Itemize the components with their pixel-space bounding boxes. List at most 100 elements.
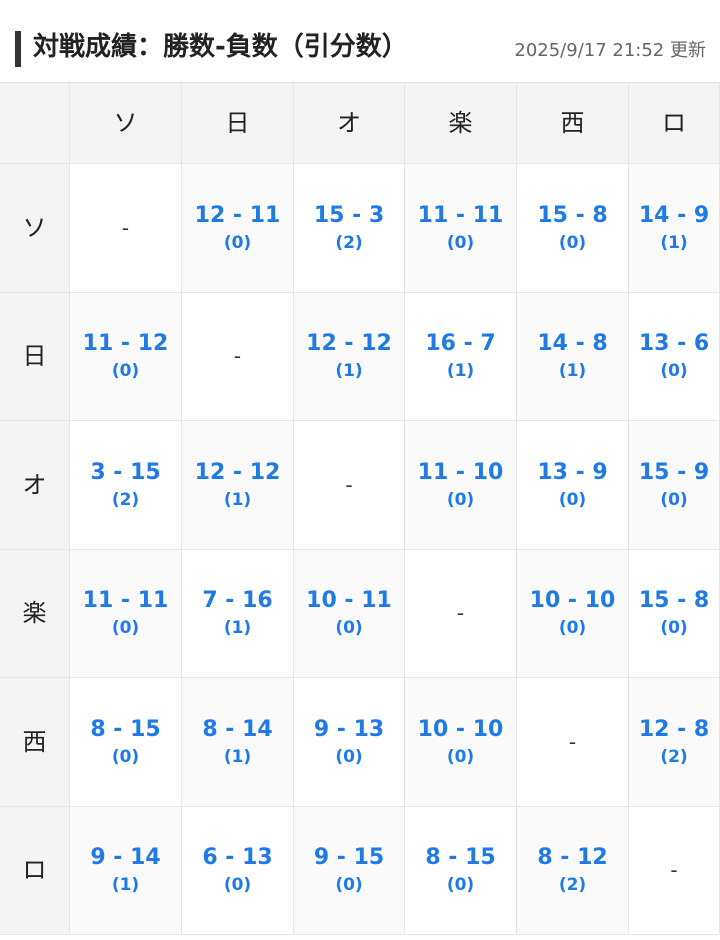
matchup-cell[interactable]: 11 - 12 (0) (70, 292, 182, 420)
matchup-cell[interactable]: 15 - 8 (0) (517, 164, 629, 292)
column-header-2: オ (294, 83, 405, 163)
draw-count: (1) (223, 618, 252, 639)
draw-count: (0) (558, 618, 587, 639)
matchup-cell[interactable]: 10 - 11 (0) (294, 549, 405, 677)
win-loss-score: 11 - 12 (82, 331, 169, 357)
matchup-cell[interactable]: 16 - 7 (1) (405, 292, 517, 420)
matchup-cell[interactable]: 9 - 13 (0) (294, 678, 405, 806)
draw-count: (1) (223, 746, 252, 767)
draw-count: (0) (558, 489, 587, 510)
matchup-cell[interactable]: 13 - 6 (0) (629, 292, 720, 420)
no-matchup-dash: - (345, 472, 353, 497)
draw-count: (0) (446, 232, 475, 253)
matchup-cell[interactable]: 11 - 11 (0) (70, 549, 182, 677)
matchup-cell[interactable]: 12 - 12 (1) (294, 292, 405, 420)
matchup-cell[interactable]: 9 - 14 (1) (70, 806, 182, 934)
self-matchup-cell: - (294, 421, 405, 549)
win-loss-score: 13 - 6 (638, 331, 710, 357)
win-loss-score: 15 - 3 (313, 202, 385, 228)
self-matchup-cell: - (70, 164, 182, 292)
win-loss-score: 14 - 9 (638, 202, 710, 228)
win-loss-score: 16 - 7 (425, 331, 496, 357)
draw-count: (1) (111, 875, 140, 896)
matchup-cell[interactable]: 14 - 8 (1) (517, 292, 629, 420)
matchup-cell[interactable]: 11 - 11 (0) (405, 164, 517, 292)
row-header: 楽 (0, 549, 70, 677)
matchup-cell[interactable]: 11 - 10 (0) (405, 421, 517, 549)
table-row: 日 11 - 12 (0) - 12 - 12 (1) 16 - 7 (1) 14 - 8 (1)… (0, 292, 720, 421)
draw-count: (0) (223, 232, 252, 253)
matchup-cell[interactable]: 15 - 9 (0) (629, 421, 720, 549)
win-loss-score: 10 - 10 (529, 588, 616, 614)
column-header-5: ロ (629, 83, 720, 163)
draw-count: (2) (111, 489, 140, 510)
matchup-cell[interactable]: 8 - 15 (0) (70, 678, 182, 806)
matchup-cell[interactable]: 7 - 16 (1) (182, 549, 294, 677)
matchup-cell[interactable]: 8 - 12 (2) (517, 806, 629, 934)
row-header: 西 (0, 678, 70, 806)
matchup-cell[interactable]: 15 - 8 (0) (629, 549, 720, 677)
draw-count: (0) (558, 232, 587, 253)
matchup-cell[interactable]: 8 - 15 (0) (405, 806, 517, 934)
draw-count: (0) (446, 875, 475, 896)
draw-count: (0) (335, 875, 363, 896)
matchup-cell[interactable]: 3 - 15 (2) (70, 421, 182, 549)
row-header: オ (0, 421, 70, 549)
draw-count: (0) (446, 746, 475, 767)
win-loss-score: 11 - 10 (417, 459, 504, 485)
win-loss-score: 8 - 12 (537, 845, 608, 871)
win-loss-score: 3 - 15 (90, 459, 161, 485)
win-loss-score: 10 - 11 (306, 588, 392, 614)
win-loss-score: 12 - 12 (306, 331, 392, 357)
row-header: ソ (0, 164, 70, 292)
win-loss-score: 12 - 12 (194, 459, 281, 485)
win-loss-score: 12 - 8 (638, 716, 710, 742)
column-header-1: 日 (182, 83, 294, 163)
draw-count: (2) (660, 746, 688, 767)
row-header-label: 西 (22, 727, 47, 756)
table-row: オ 3 - 15 (2) 12 - 12 (1) - 11 - 10 (0) 13 - 9 (0)… (0, 421, 720, 550)
row-header-label: ロ (22, 856, 47, 885)
row-header: ロ (0, 806, 70, 934)
draw-count: (2) (558, 875, 587, 896)
table-row: 楽 11 - 11 (0) 7 - 16 (1) 10 - 11 (0) - 10 - 10 (0… (0, 549, 720, 678)
self-matchup-cell: - (405, 549, 517, 677)
draw-count: (0) (660, 489, 688, 510)
matchup-cell[interactable]: 9 - 15 (0) (294, 806, 405, 934)
matchup-cell[interactable]: 10 - 10 (0) (405, 678, 517, 806)
matchup-cell[interactable]: 12 - 12 (1) (182, 421, 294, 549)
win-loss-score: 15 - 8 (638, 588, 710, 614)
matchup-cell[interactable]: 12 - 11 (0) (182, 164, 294, 292)
draw-count: (0) (660, 361, 688, 382)
draw-count: (1) (223, 489, 252, 510)
matchup-cell[interactable]: 14 - 9 (1) (629, 164, 720, 292)
matchup-cell[interactable]: 10 - 10 (0) (517, 549, 629, 677)
matchup-cell[interactable]: 12 - 8 (2) (629, 678, 720, 806)
win-loss-score: 8 - 15 (90, 716, 161, 742)
table-row: ロ9 - 14 (1) 6 - 13 (0) 9 - 15 (0) 8 - 15 (0) 8 -… (0, 806, 720, 935)
matchup-cell[interactable]: 6 - 13 (0) (182, 806, 294, 934)
column-header-label: ロ (662, 109, 686, 137)
self-matchup-cell: - (629, 806, 720, 934)
corner-cell (0, 83, 70, 163)
draw-count: (0) (335, 746, 363, 767)
win-loss-score: 12 - 11 (194, 202, 281, 228)
draw-count: (0) (335, 618, 363, 639)
head-to-head-table: ソ日オ楽西ロソ -12 - 11 (0) 15 - 3 (2) 11 - 11 (0) 15 … (0, 82, 720, 935)
row-header-label: 楽 (22, 599, 47, 628)
self-matchup-cell: - (517, 678, 629, 806)
draw-count: (0) (111, 746, 140, 767)
win-loss-score: 9 - 15 (313, 845, 385, 871)
no-matchup-dash: - (233, 344, 242, 369)
draw-count: (1) (660, 232, 688, 253)
self-matchup-cell: - (182, 292, 294, 420)
win-loss-score: 11 - 11 (82, 588, 169, 614)
win-loss-score: 9 - 13 (313, 716, 385, 742)
matchup-cell[interactable]: 15 - 3 (2) (294, 164, 405, 292)
matchup-cell[interactable]: 13 - 9 (0) (517, 421, 629, 549)
matchup-cell[interactable]: 8 - 14 (1) (182, 678, 294, 806)
page-title: 対戦成績：勝数-負数（引分数） (33, 32, 408, 62)
no-matchup-dash: - (456, 601, 465, 626)
column-header-label: 日 (225, 109, 250, 137)
draw-count: (0) (223, 875, 252, 896)
